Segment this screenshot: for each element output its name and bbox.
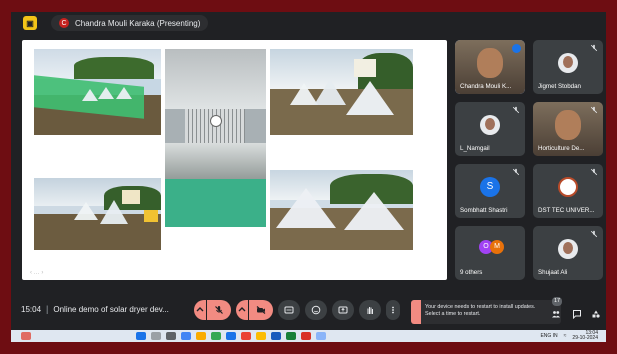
present-button[interactable] (332, 300, 354, 320)
activities-button[interactable] (587, 304, 605, 324)
more-options-button[interactable] (386, 300, 400, 320)
presenter-label: Chandra Mouli Karaka (Presenting) (75, 18, 201, 28)
participant-avatar (480, 115, 500, 135)
meeting-title: Online demo of solar dryer dev... (53, 304, 169, 314)
participant-avatar: S (480, 177, 500, 197)
raise-hand-icon (367, 307, 373, 314)
participant-tile[interactable]: Chandra Mouli K... (455, 40, 525, 94)
slide-nav-hint: ‹ … › (30, 270, 44, 276)
tray-lang[interactable]: ENG IN (540, 333, 557, 339)
mic-toggle-button[interactable] (207, 300, 231, 320)
os-taskbar: ENG IN ≈ 13:04 29-10-2024 (11, 330, 606, 342)
participant-tile[interactable]: Jigmet Stobdan (533, 40, 603, 94)
others-avatars: OM (479, 240, 504, 254)
restart-notification-line2: Select a time to restart. (425, 311, 481, 317)
wifi-icon[interactable]: ≈ (564, 333, 567, 339)
chrome-icon[interactable] (301, 332, 311, 340)
captions-button[interactable] (278, 300, 300, 320)
top-bar: ▣ C Chandra Mouli Karaka (Presenting) (11, 12, 606, 34)
tray-clock[interactable]: 13:04 29-10-2024 (572, 331, 598, 341)
app-yellow-icon[interactable] (256, 332, 266, 340)
presenter-avatar: C (59, 18, 69, 28)
restart-notification-line1: Your device needs to restart to install … (425, 304, 536, 310)
camera-off-icon (256, 306, 266, 314)
chevron-up-icon (238, 307, 246, 312)
participant-name: Sombhatt Shastri (460, 207, 508, 214)
raise-hand-button[interactable] (359, 300, 381, 320)
participant-name: Shujaat Ali (538, 269, 568, 276)
slide-photo-dryers-field (270, 49, 413, 135)
chevron-up-icon (196, 307, 204, 312)
chat-icon (573, 310, 581, 319)
org-seal-icon (558, 177, 578, 197)
edge-icon[interactable] (226, 332, 236, 340)
participant-name: Chandra Mouli K... (460, 83, 512, 90)
slide-photo-dryer-closeup (165, 49, 266, 227)
present-icon (338, 306, 348, 314)
notification-app-icon[interactable] (21, 332, 31, 340)
participant-tile[interactable]: S Sombhatt Shastri (455, 164, 525, 218)
taskbar-apps (136, 332, 331, 340)
participant-tile[interactable]: OM 9 others (455, 226, 525, 280)
chat-button[interactable] (568, 304, 586, 324)
emoji-icon (311, 305, 321, 315)
more-icon (392, 306, 394, 314)
mic-off-icon (590, 168, 598, 176)
slide-photo-green-net (34, 49, 161, 135)
widgets-icon[interactable] (181, 332, 191, 340)
restart-notification[interactable]: Your device needs to restart to install … (411, 300, 561, 324)
participant-name: Jigmet Stobdan (538, 83, 581, 90)
excel-icon[interactable] (286, 332, 296, 340)
slide-photo-dryers-row (270, 170, 413, 250)
activities-icon (592, 310, 600, 318)
people-button[interactable] (547, 304, 565, 324)
participant-name: Horticulture De... (538, 145, 585, 152)
mic-off-icon (590, 230, 598, 238)
task-view-icon[interactable] (166, 332, 176, 340)
people-icon (552, 311, 560, 318)
settings-icon[interactable] (316, 332, 326, 340)
bar-separator: | (46, 304, 49, 314)
slide-photo-dryers-building (34, 178, 161, 250)
participant-tile[interactable]: Horticulture De... (533, 102, 603, 156)
participant-name: L_Namgail (460, 145, 490, 152)
participant-tile[interactable]: L_Namgail (455, 102, 525, 156)
meet-window: ▣ C Chandra Mouli Karaka (Presenting) ‹ … (11, 12, 606, 342)
mic-off-icon (590, 44, 598, 52)
app-logo-icon: ▣ (23, 16, 37, 30)
mic-off-icon (590, 106, 598, 114)
emoji-button[interactable] (305, 300, 327, 320)
meeting-clock: 15:04 (21, 304, 42, 314)
presenter-chip[interactable]: C Chandra Mouli Karaka (Presenting) (51, 15, 209, 31)
participant-tile[interactable]: DST TEC UNIVER... (533, 164, 603, 218)
app-red-icon[interactable] (241, 332, 251, 340)
start-icon[interactable] (136, 332, 146, 340)
participant-avatar (558, 53, 578, 73)
system-tray: ENG IN ≈ 13:04 29-10-2024 (540, 330, 598, 342)
mic-off-icon (215, 306, 223, 314)
word-icon[interactable] (271, 332, 281, 340)
speaking-indicator-icon (512, 44, 521, 53)
participant-avatar (558, 239, 578, 259)
shared-slide: ‹ … › (22, 40, 447, 280)
participant-name: DST TEC UNIVER... (538, 207, 595, 214)
participant-name: 9 others (460, 269, 483, 276)
participant-tile[interactable]: Shujaat Ali (533, 226, 603, 280)
search-icon[interactable] (151, 332, 161, 340)
captions-icon (284, 306, 294, 314)
whatsapp-icon[interactable] (211, 332, 221, 340)
mic-off-icon (512, 106, 520, 114)
mic-off-icon (512, 168, 520, 176)
file-explorer-icon[interactable] (196, 332, 206, 340)
camera-toggle-button[interactable] (249, 300, 273, 320)
